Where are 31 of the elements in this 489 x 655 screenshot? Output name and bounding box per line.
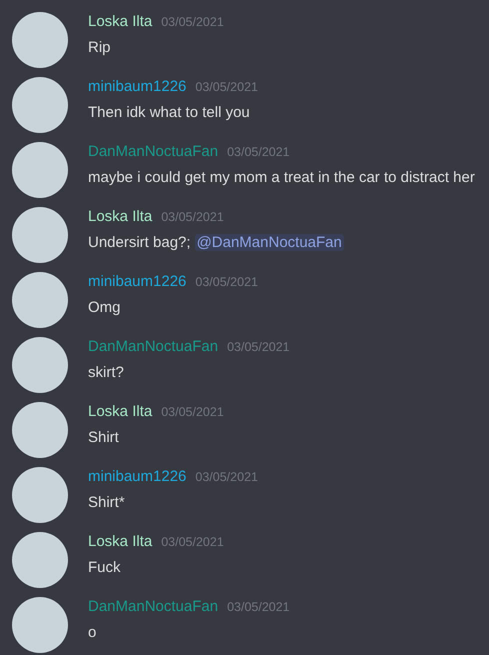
message-text: Undersirt bag?;: [88, 234, 191, 251]
message-date: 03/05/2021: [227, 340, 290, 354]
message-text: skirt?: [88, 364, 124, 381]
username[interactable]: DanManNoctuaFan: [88, 143, 218, 160]
message-date: 03/05/2021: [227, 600, 290, 614]
message-text: o: [88, 624, 96, 641]
username[interactable]: Loska Ilta: [88, 533, 152, 550]
message-text: Shirt*: [88, 494, 125, 511]
username[interactable]: minibaum1226: [88, 273, 186, 290]
username[interactable]: DanManNoctuaFan: [88, 338, 218, 355]
username[interactable]: Loska Ilta: [88, 403, 152, 420]
message-date: 03/05/2021: [161, 15, 224, 29]
message-date: 03/05/2021: [161, 210, 224, 224]
username[interactable]: minibaum1226: [88, 78, 186, 95]
message-date: 03/05/2021: [195, 80, 258, 94]
message-text: Shirt: [88, 429, 119, 446]
message-text: Rip: [88, 39, 111, 56]
message-date: 03/05/2021: [227, 145, 290, 159]
username[interactable]: minibaum1226: [88, 468, 186, 485]
username[interactable]: Loska Ilta: [88, 13, 152, 30]
message-text: Omg: [88, 299, 121, 316]
message-text: Then idk what to tell you: [88, 104, 250, 121]
message-date: 03/05/2021: [195, 275, 258, 289]
message-date: 03/05/2021: [161, 405, 224, 419]
message-text: Fuck: [88, 559, 121, 576]
message-date: 03/05/2021: [195, 470, 258, 484]
message-date: 03/05/2021: [161, 535, 224, 549]
message-text: maybe i could get my mom a treat in the car to distract her: [88, 169, 475, 186]
username[interactable]: Loska Ilta: [88, 208, 152, 225]
username[interactable]: DanManNoctuaFan: [88, 598, 218, 615]
user-mention[interactable]: @DanManNoctuaFan: [194, 234, 344, 251]
